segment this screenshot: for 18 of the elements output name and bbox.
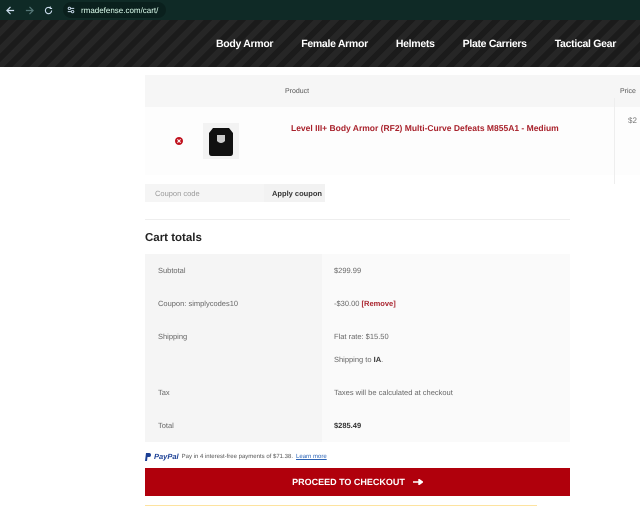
price-cell: $2 bbox=[614, 98, 640, 184]
address-bar[interactable]: rmadefense.com/cart/ bbox=[63, 2, 166, 18]
nav-link[interactable]: Plate Carriers bbox=[462, 38, 527, 50]
back-icon[interactable] bbox=[6, 6, 15, 14]
site-settings-icon[interactable] bbox=[67, 6, 75, 14]
product-link[interactable]: Level III+ Body Armor (RF2) Multi-Curve Defeats M855A1 - Medium bbox=[291, 123, 614, 133]
reload-icon[interactable] bbox=[44, 6, 53, 14]
armor-plate-icon bbox=[203, 123, 239, 159]
arrow-icon bbox=[412, 479, 423, 485]
paypal-icon bbox=[145, 452, 151, 460]
nav-link[interactable]: Female Armor bbox=[301, 38, 368, 50]
checkout-button[interactable]: PROCEED TO CHECKOUT bbox=[145, 468, 570, 496]
nav-link[interactable]: Helmets bbox=[396, 38, 435, 50]
nav-link[interactable]: Tactical Gear bbox=[554, 38, 616, 50]
forward-icon[interactable] bbox=[25, 6, 34, 14]
section-title: Cart totals bbox=[145, 232, 203, 244]
nav-link[interactable]: Body Armor bbox=[216, 38, 274, 50]
remove-icon[interactable] bbox=[175, 137, 183, 145]
